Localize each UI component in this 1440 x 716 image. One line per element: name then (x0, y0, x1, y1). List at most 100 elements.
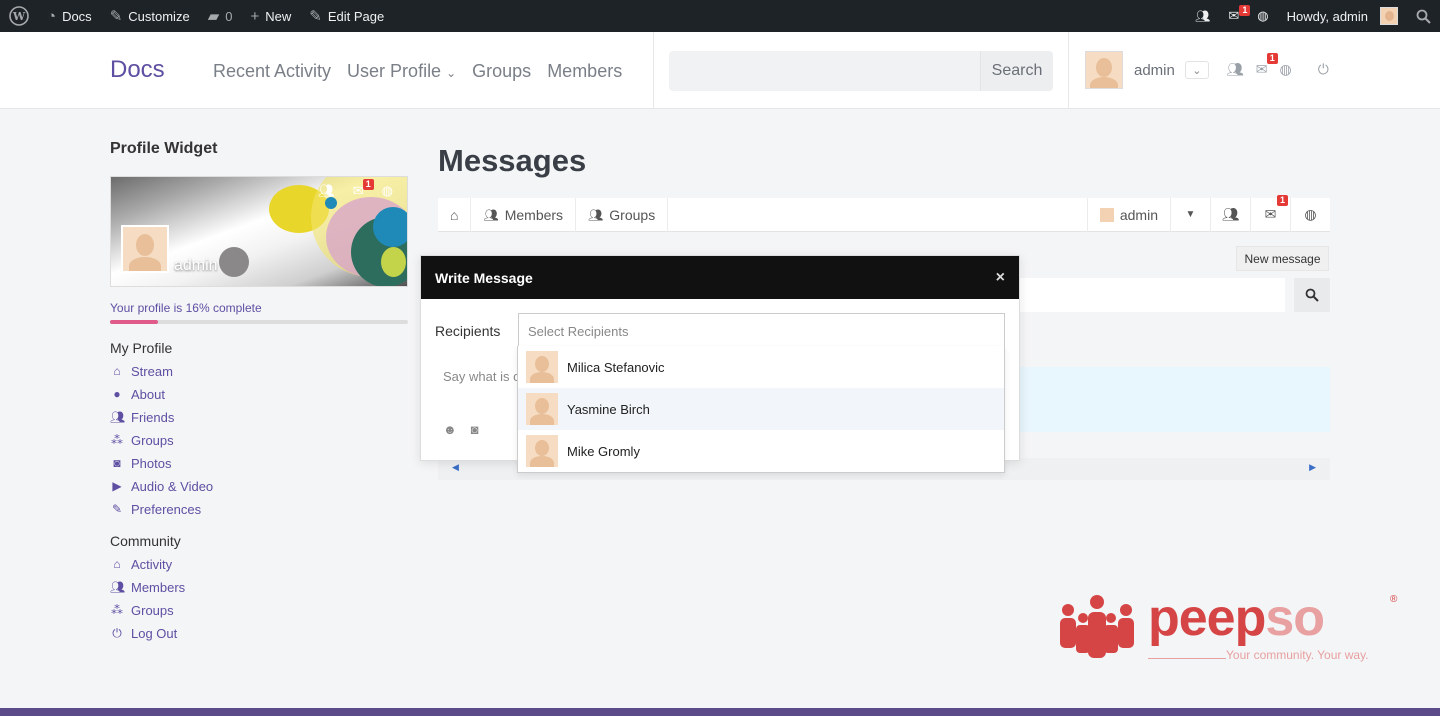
nav-members[interactable]: Members (547, 61, 622, 82)
message-search-input[interactable] (1019, 278, 1285, 312)
scroll-right-icon[interactable]: ▶ (1309, 462, 1316, 473)
sidebar-item-photos[interactable]: ◙ Photos (110, 455, 408, 471)
modal-title: Write Message (435, 269, 533, 286)
new-content-link[interactable]: + New (241, 0, 300, 32)
nav-recent-activity[interactable]: Recent Activity (213, 61, 331, 82)
sidebar-item-stream[interactable]: ⌂ Stream (110, 363, 408, 379)
cover-username[interactable]: admin (174, 257, 218, 275)
progress-fill (110, 320, 158, 324)
camera-icon[interactable]: ◙ (471, 422, 479, 437)
sidebar-item-friends[interactable]: 👥︎ Friends (110, 409, 408, 425)
globe-icon[interactable]: ◍ (1248, 0, 1277, 32)
customize-label: Customize (128, 8, 190, 24)
avatar[interactable] (1085, 51, 1123, 89)
community-item-log-out[interactable]: ⏻ Log Out (110, 625, 408, 641)
community-item-activity[interactable]: ⌂ Activity (110, 556, 408, 572)
groups-icon: ⁂ (111, 603, 123, 617)
globe-icon[interactable]: ◍ (1280, 61, 1292, 78)
new-label: New (265, 8, 292, 24)
edit-page-link[interactable]: ✎ Edit Page (300, 0, 393, 32)
tagline: Your community. Your way. (1226, 648, 1369, 662)
avatar (526, 435, 558, 467)
sidebar-link-label: Groups (131, 432, 174, 448)
friends-icon[interactable]: 👥︎ (1186, 0, 1219, 32)
close-icon[interactable]: × (996, 269, 1005, 287)
profile-completion-text[interactable]: Your profile is 16% complete (110, 301, 408, 315)
comment-icon: ▰ (207, 8, 220, 25)
footer-bar (0, 708, 1440, 716)
site-brand[interactable]: Docs (110, 56, 165, 84)
search-button[interactable]: Search (980, 51, 1053, 91)
friends-icon: 👥︎ (110, 580, 126, 594)
messages-icon[interactable]: ✉ 1 (1256, 53, 1278, 78)
modal-header: Write Message × (421, 256, 1019, 299)
message-search-button[interactable] (1294, 278, 1330, 312)
message-list-item[interactable] (1019, 367, 1330, 432)
sidebar-link-label: Members (131, 579, 186, 595)
caret-down-icon[interactable]: ▼ (1170, 197, 1210, 232)
profile-completion-bar (110, 320, 408, 324)
sidebar-item-groups[interactable]: ⁂ Groups (110, 432, 408, 448)
header-user-name[interactable]: admin (1134, 62, 1175, 79)
my-account-link[interactable]: Howdy, admin (1278, 0, 1407, 32)
groups-icon: ⁂ (111, 433, 123, 447)
page-title: Messages (438, 143, 587, 178)
tagline-rule (1148, 658, 1226, 659)
nav-user-profile[interactable]: User Profile ⌄ (347, 61, 456, 82)
edit-icon: ✎ (111, 502, 123, 516)
message-badge: 1 (1266, 53, 1278, 64)
power-icon[interactable]: ⏻ (1318, 61, 1329, 78)
notification-badge: 1 (1239, 5, 1251, 16)
chevron-down-icon[interactable]: ⌄ (1184, 61, 1209, 79)
sidebar-item-audio-video[interactable]: ▶ Audio & Video (110, 478, 408, 494)
messages-icon[interactable]: ✉ 1 (1219, 0, 1251, 32)
scroll-left-icon[interactable]: ◀ (452, 462, 459, 473)
recipients-dropdown: Milica Stefanovic Yasmine Birch Mike Groml… (517, 346, 1005, 473)
home-link[interactable]: ⌂ (438, 197, 472, 232)
messages-icon[interactable]: ✉ 1 (353, 179, 374, 199)
site-name-link[interactable]: ◔ Docs (38, 0, 101, 32)
search-input[interactable] (669, 51, 980, 91)
user-link[interactable]: admin (1086, 197, 1170, 232)
friends-icon[interactable]: 👥︎ (1226, 61, 1244, 78)
groups-link[interactable]: 👥︎ Groups (576, 197, 669, 232)
header-user[interactable]: admin ⌄ (1085, 51, 1209, 89)
home-icon: ⌂ (450, 206, 459, 223)
greeting: Howdy, admin (1286, 8, 1368, 24)
recipients-input[interactable]: Select Recipients (518, 313, 1005, 349)
search-icon[interactable] (1407, 0, 1440, 32)
sidebar-link-label: Audio & Video (131, 478, 214, 494)
nav-groups[interactable]: Groups (472, 61, 531, 82)
friends-icon[interactable]: 👥︎ (1210, 197, 1250, 232)
recipient-option[interactable]: Yasmine Birch (518, 388, 1004, 430)
sidebar-link-label: Stream (131, 363, 173, 379)
comments-count: 0 (225, 8, 233, 24)
avatar[interactable] (121, 225, 169, 273)
peepso-people-icon (1060, 595, 1134, 658)
recipient-name: Mike Gromly (567, 443, 640, 459)
globe-icon[interactable]: ◍ (382, 183, 393, 199)
emoji-icon[interactable]: ☻ (443, 422, 457, 437)
globe-icon[interactable]: ◍ (1290, 197, 1330, 232)
members-link[interactable]: 👥︎ Members (471, 197, 577, 232)
community-item-groups[interactable]: ⁂ Groups (110, 602, 408, 618)
sidebar: Profile Widget admin 👥︎ ✉ 1 ◍ Your profil… (110, 140, 408, 641)
recipient-option[interactable]: Mike Gromly (518, 430, 1004, 472)
members-label: Members (504, 206, 564, 223)
sidebar-link-label: About (131, 386, 165, 402)
recipient-option[interactable]: Milica Stefanovic (518, 346, 1004, 388)
modal-tools: ☻ ◙ (443, 422, 479, 437)
new-message-button[interactable]: New message (1236, 246, 1329, 271)
comments-link[interactable]: ▰ 0 (199, 0, 242, 32)
message-textarea[interactable]: Say what is o (443, 369, 520, 384)
wordpress-logo-icon[interactable]: W (0, 0, 38, 32)
friends-icon[interactable]: 👥︎ (318, 183, 335, 199)
community-item-members[interactable]: 👥︎ Members (110, 579, 408, 595)
edit-page-label: Edit Page (327, 8, 385, 24)
messages-icon[interactable]: ✉ 1 (1250, 194, 1290, 232)
groups-icon: 👥︎ (588, 207, 604, 222)
home-icon: ⌂ (113, 557, 121, 571)
sidebar-item-about[interactable]: ● About (110, 386, 408, 402)
sidebar-item-preferences[interactable]: ✎ Preferences (110, 501, 408, 517)
customize-link[interactable]: ✎ Customize (101, 0, 199, 32)
